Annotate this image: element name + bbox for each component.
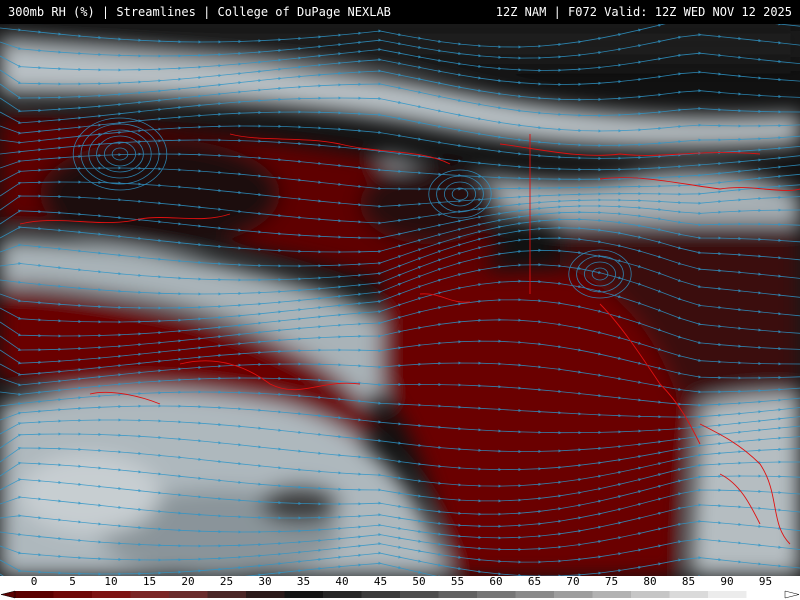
colorbar-tick-label: 70 — [566, 575, 580, 588]
colorbar-tick-label: 20 — [181, 575, 195, 588]
colorbar-tick-label: 65 — [527, 575, 542, 588]
colorbar-swatch — [400, 591, 439, 598]
rh-streamline-map — [0, 24, 800, 576]
rh-colorbar-legend: 0 5 10 15 20 25 30 35 40 45 50 55 60 65 70 75 80 85 90 95 — [0, 576, 800, 600]
colorbar-tick-label: 85 — [681, 575, 696, 588]
colorbar-swatch — [130, 591, 170, 598]
colorbar-swatch — [669, 591, 709, 598]
colorbar-swatch — [323, 591, 362, 598]
colorbar-tick-label: 40 — [335, 575, 349, 588]
colorbar-ticks: 0 5 10 15 20 25 30 35 40 45 50 55 60 65 70 75 80 85 90 95 — [0, 576, 800, 589]
colorbar-swatch — [515, 591, 555, 598]
colorbar-tick-label: 75 — [604, 575, 619, 588]
colorbar-swatch — [15, 591, 54, 598]
product-title: 300mb RH (%) | Streamlines | College of … — [8, 5, 391, 19]
colorbar-tick-label: 15 — [142, 575, 157, 588]
colorbar-tick-label: 25 — [219, 575, 234, 588]
colorbar-tick-label: 55 — [450, 575, 465, 588]
colorbar-swatch — [246, 591, 285, 598]
colorbar-tick-label: 90 — [720, 575, 734, 588]
colorbar-tick-label: 95 — [758, 575, 773, 588]
colorbar-tick-label: 0 — [30, 575, 38, 588]
colorbar-tick-label: 30 — [258, 575, 272, 588]
colorbar-swatch — [554, 591, 593, 598]
colorbar-swatch — [284, 591, 324, 598]
colorbar-min-arrow — [0, 590, 16, 599]
colorbar-swatch — [207, 591, 247, 598]
model-run-valid-time: 12Z NAM | F072 Valid: 12Z WED NOV 12 202… — [495, 5, 792, 19]
colorbar-swatch — [361, 591, 401, 598]
colorbar-tick-label: 45 — [373, 575, 388, 588]
colorbar-swatch — [708, 591, 747, 598]
colorbar-swatch — [53, 591, 93, 598]
colorbar — [0, 590, 800, 599]
colorbar-tick-label: 60 — [489, 575, 503, 588]
colorbar-max-arrow — [784, 590, 800, 599]
colorbar-tick-label: 50 — [412, 575, 426, 588]
colorbar-swatch — [438, 591, 478, 598]
map-header: 300mb RH (%) | Streamlines | College of … — [0, 0, 800, 24]
colorbar-swatch — [92, 591, 131, 598]
weather-map — [0, 24, 800, 576]
colorbar-tick-label: 5 — [69, 575, 76, 588]
colorbar-swatch — [477, 591, 516, 598]
colorbar-swatch — [592, 591, 632, 598]
colorbar-tick-label: 80 — [643, 575, 657, 588]
colorbar-swatch — [169, 591, 208, 598]
colorbar-tick-label: 35 — [296, 575, 311, 588]
colorbar-swatch — [746, 591, 786, 598]
colorbar-tick-label: 10 — [104, 575, 118, 588]
colorbar-swatch — [631, 591, 670, 598]
